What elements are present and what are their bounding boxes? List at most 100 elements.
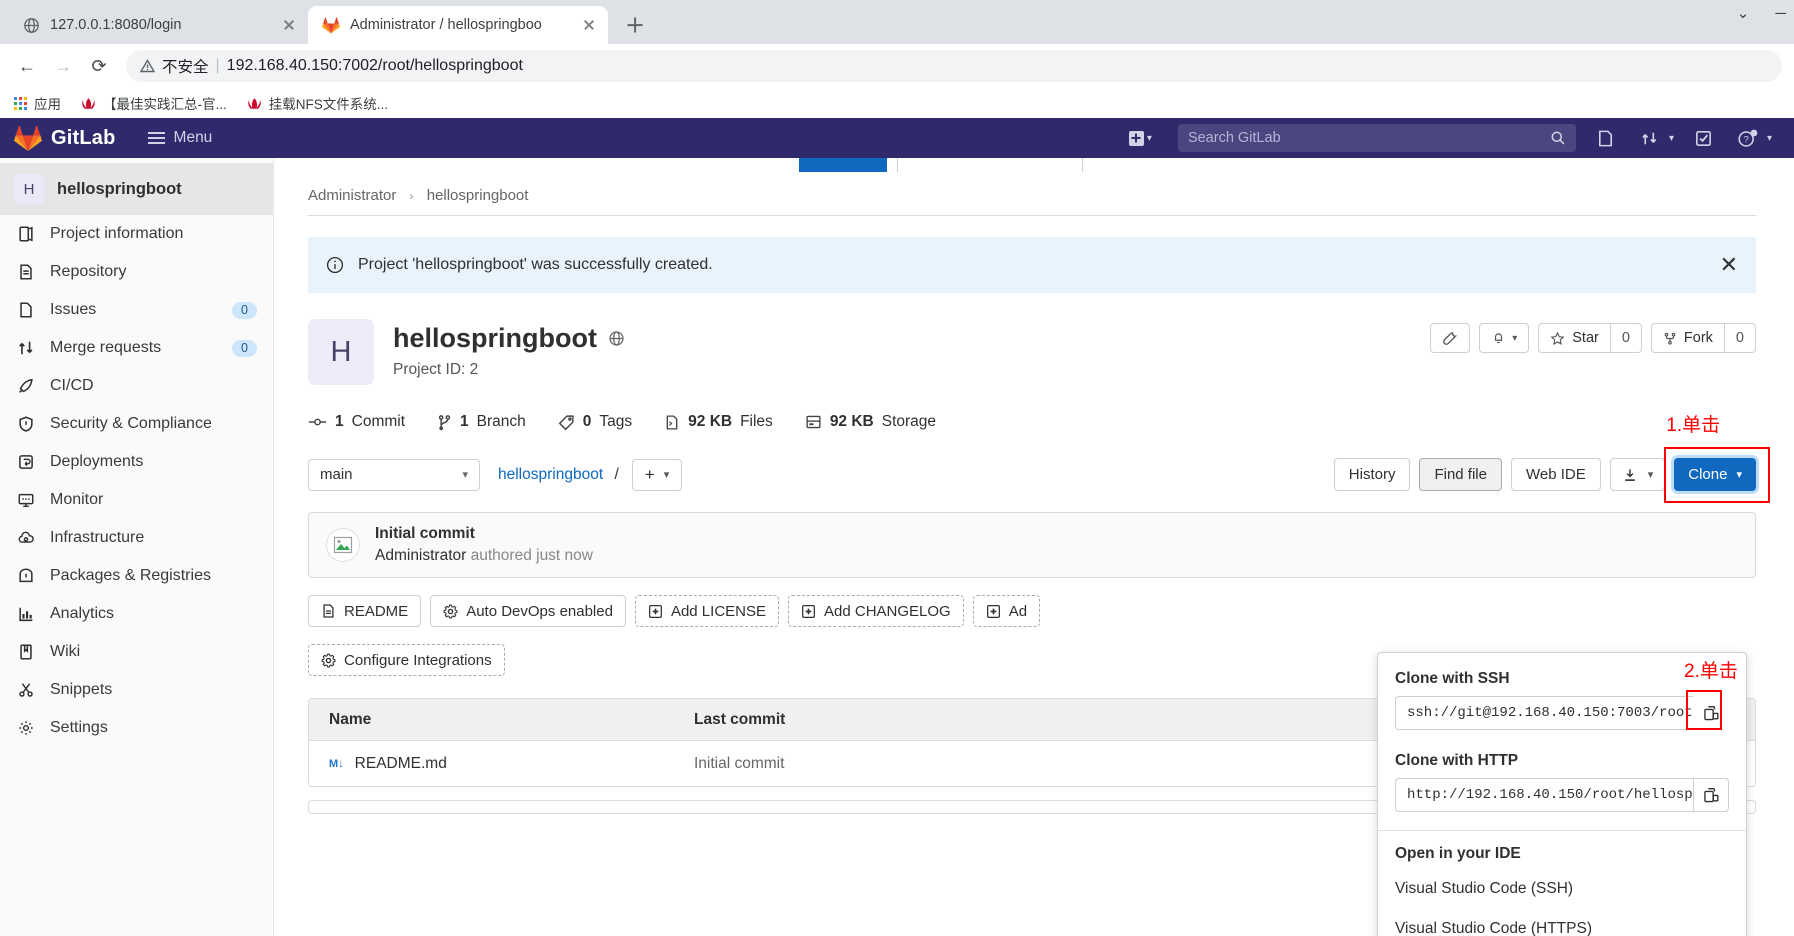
sidebar-item-snippets[interactable]: Snippets [0, 671, 273, 709]
stat-files[interactable]: 92 KB Files [664, 413, 773, 431]
file-name: README.md [354, 754, 447, 772]
omnibox-divider: | [215, 57, 220, 74]
sidebar-item-infrastructure[interactable]: Infrastructure [0, 519, 273, 557]
sidebar-item-issues[interactable]: Issues 0 [0, 291, 273, 329]
clone-button[interactable]: Clone ▾ [1674, 458, 1756, 491]
stat-commits[interactable]: 1 Commit [308, 413, 405, 431]
sidebar-item-label: Repository [50, 263, 127, 280]
chevron-down-icon: ▾ [462, 469, 468, 481]
fork-button[interactable]: Fork 0 [1650, 323, 1756, 353]
add-contributing-button[interactable]: Ad [972, 595, 1041, 627]
http-url-input[interactable]: http://192.168.40.150/root/hellosp [1395, 778, 1693, 812]
address-bar[interactable]: 不安全 | 192.168.40.150:7002/root/hellospri… [126, 50, 1782, 82]
sidebar-item-deployments[interactable]: Deployments [0, 443, 273, 481]
sidebar-item-security-compliance[interactable]: Security & Compliance [0, 405, 273, 443]
close-icon[interactable]: ✕ [1720, 254, 1738, 276]
add-dropdown-button[interactable]: + ▾ [631, 458, 683, 491]
svg-text:?: ? [1743, 134, 1748, 145]
avatar: H [14, 174, 44, 204]
plus-box-icon [986, 604, 1001, 619]
stat-storage[interactable]: 92 KB Storage [805, 413, 936, 431]
gitlab-menu-button[interactable]: Menu [147, 129, 212, 147]
browser-tab-1[interactable]: 127.0.0.1:8080/login [8, 6, 308, 44]
new-dropdown-button[interactable]: ▾ [1119, 130, 1170, 146]
help-dropdown[interactable]: ? ▾ [1726, 118, 1780, 158]
reload-button[interactable]: ⟳ [84, 51, 114, 81]
navbar-right: ▾ Search GitLab ▾ ? ▾ [1119, 118, 1780, 158]
branch-name: main [320, 466, 353, 483]
ide-item-vscode-ssh[interactable]: Visual Studio Code (SSH) [1378, 869, 1746, 909]
http-copy-button[interactable] [1693, 778, 1729, 812]
sidebar-item-repository[interactable]: Repository [0, 253, 273, 291]
globe-icon [608, 330, 625, 347]
sidebar-item-ci-cd[interactable]: CI/CD [0, 367, 273, 405]
search-box[interactable] [1177, 124, 1576, 152]
wrench-icon[interactable] [1430, 323, 1471, 353]
minimize-button[interactable]: ⌄ [1737, 4, 1750, 22]
active-tab-indicator[interactable] [799, 158, 887, 172]
ssh-copy-button[interactable]: 2.单击 [1684, 661, 1738, 730]
star-button[interactable]: Star 0 [1538, 323, 1642, 353]
back-button[interactable]: ← [12, 51, 42, 81]
star-label: Star [1572, 330, 1599, 346]
stat-label: Storage [881, 413, 937, 430]
find-file-button[interactable]: Find file [1419, 458, 1502, 491]
readme-button[interactable]: README [308, 595, 422, 627]
sidebar-item-merge-requests[interactable]: Merge requests 0 [0, 329, 273, 367]
close-icon[interactable] [280, 16, 298, 34]
clone-http-row: http://192.168.40.150/root/hellosp [1378, 778, 1746, 825]
sidebar-item-wiki[interactable]: Wiki [0, 633, 273, 671]
star-count: 0 [1609, 324, 1641, 352]
sidebar-item-project-information[interactable]: Project information [0, 215, 273, 253]
file-name-cell[interactable]: M↓ README.md [329, 755, 694, 773]
breadcrumb-owner[interactable]: Administrator [308, 187, 396, 204]
sidebar-item-analytics[interactable]: Analytics [0, 595, 273, 633]
bookmark-1[interactable]: 【最佳实践汇总-官... [81, 93, 227, 113]
secondary-tab-indicator[interactable] [897, 158, 1083, 172]
new-tab-button[interactable] [618, 8, 652, 42]
browser-tab-2[interactable]: Administrator / hellospringboo [308, 6, 608, 44]
close-icon[interactable] [580, 16, 598, 34]
web-ide-button[interactable]: Web IDE [1510, 458, 1601, 491]
commit-title[interactable]: Initial commit [375, 525, 593, 543]
commit-author[interactable]: Administrator [375, 547, 466, 564]
bookmark-2[interactable]: 挂载NFS文件系统... [247, 93, 388, 113]
stat-tags[interactable]: 0 Tags [558, 413, 632, 431]
ssh-url-input[interactable]: ssh://git@192.168.40.150:7003/root [1395, 696, 1693, 730]
search-input[interactable] [1187, 130, 1550, 146]
breadcrumb-project[interactable]: hellospringboot [427, 187, 529, 204]
path-project[interactable]: hellospringboot [498, 466, 603, 483]
merge-requests-dropdown[interactable]: ▾ [1628, 118, 1682, 158]
column-header-name: Name [329, 710, 372, 728]
chart-bar-icon [16, 604, 36, 624]
notification-dropdown-button[interactable]: ▾ [1479, 323, 1530, 353]
sidebar-project-header[interactable]: H hellospringboot [0, 163, 273, 215]
configure-integrations-button[interactable]: Configure Integrations [308, 644, 505, 676]
gitlab-logo-icon[interactable] [14, 125, 42, 152]
sidebar-item-monitor[interactable]: Monitor [0, 481, 273, 519]
bookmarks-bar: 应用 【最佳实践汇总-官... 挂载NFS文件系统... [0, 88, 1794, 118]
search-icon[interactable] [1550, 130, 1566, 146]
ide-item-vscode-https[interactable]: Visual Studio Code (HTTPS) [1378, 909, 1746, 936]
gitlab-brand[interactable]: GitLab [51, 127, 116, 150]
stat-label: Branch [476, 413, 526, 430]
package-icon [16, 566, 36, 586]
issues-icon[interactable] [1584, 118, 1628, 158]
history-button[interactable]: History [1333, 458, 1411, 491]
download-dropdown-button[interactable]: ▾ [1609, 458, 1666, 491]
add-license-button[interactable]: Add LICENSE [634, 595, 779, 627]
info-circle-icon [326, 256, 344, 274]
sidebar-project-name: hellospringboot [57, 179, 182, 198]
todos-icon[interactable] [1682, 118, 1726, 158]
sidebar-item-settings[interactable]: Settings [0, 709, 273, 747]
restore-button[interactable]: ─ [1775, 5, 1786, 22]
forward-button[interactable]: → [48, 51, 78, 81]
sidebar-item-packages-registries[interactable]: Packages & Registries [0, 557, 273, 595]
stat-branches[interactable]: 1 Branch [437, 413, 526, 431]
branch-selector[interactable]: main ▾ [308, 458, 480, 491]
auto-devops-button[interactable]: Auto DevOps enabled [430, 595, 626, 627]
star-icon [1550, 331, 1565, 346]
badge: 0 [232, 339, 257, 357]
bookmark-apps[interactable]: 应用 [14, 93, 61, 113]
add-changelog-button[interactable]: Add CHANGELOG [788, 595, 964, 627]
